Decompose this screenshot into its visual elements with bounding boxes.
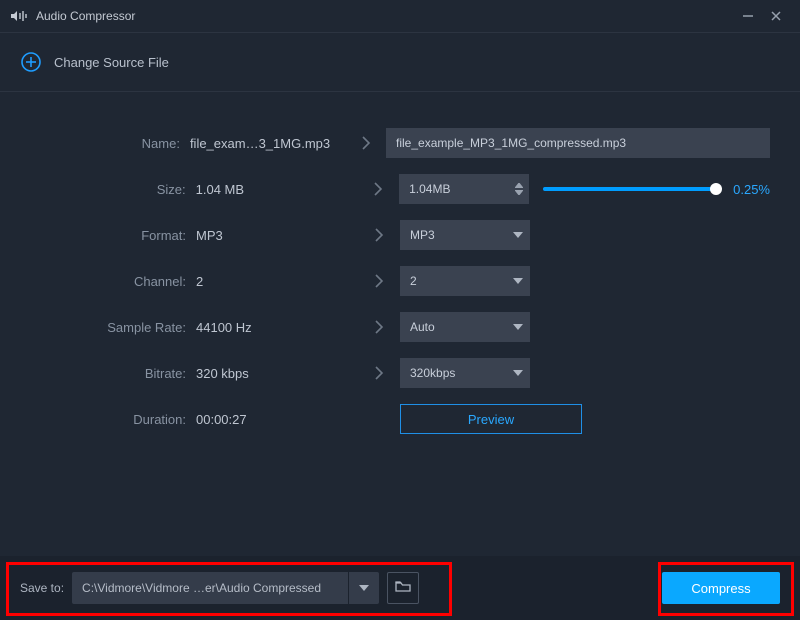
row-channel: Channel: 2 2 <box>30 258 770 304</box>
change-source-label: Change Source File <box>54 55 169 70</box>
source-duration: 00:00:27 <box>186 412 358 427</box>
arrow-icon <box>357 181 399 197</box>
row-size: Size: 1.04 MB 1.04MB 0.25% <box>30 166 770 212</box>
save-path-box: C:\Vidmore\Vidmore …er\Audio Compressed <box>72 572 379 604</box>
slider-thumb[interactable] <box>710 183 722 195</box>
save-to-label: Save to: <box>20 581 64 595</box>
label-sample-rate: Sample Rate: <box>30 320 186 335</box>
source-bitrate: 320 kbps <box>186 366 358 381</box>
output-size-value: 1.04MB <box>399 182 509 196</box>
row-sample-rate: Sample Rate: 44100 Hz Auto <box>30 304 770 350</box>
label-name: Name: <box>30 136 180 151</box>
folder-icon <box>395 579 411 597</box>
bottom-bar: Save to: C:\Vidmore\Vidmore …er\Audio Co… <box>0 556 800 620</box>
settings-form: Name: file_exam…3_1MG.mp3 Size: 1.04 MB … <box>0 92 800 442</box>
spinner-arrows-icon[interactable] <box>509 183 529 195</box>
save-path-dropdown[interactable] <box>349 585 379 591</box>
title-bar: Audio Compressor <box>0 0 800 32</box>
arrow-icon <box>346 135 386 151</box>
source-name: file_exam…3_1MG.mp3 <box>180 136 346 151</box>
label-size: Size: <box>30 182 186 197</box>
row-name: Name: file_exam…3_1MG.mp3 <box>30 120 770 166</box>
output-sample-rate-select[interactable]: Auto <box>400 312 530 342</box>
row-duration: Duration: 00:00:27 Preview <box>30 396 770 442</box>
output-size-spinner[interactable]: 1.04MB <box>399 174 529 204</box>
label-bitrate: Bitrate: <box>30 366 186 381</box>
chevron-down-icon <box>506 232 530 238</box>
arrow-icon <box>358 227 400 243</box>
label-duration: Duration: <box>30 412 186 427</box>
open-folder-button[interactable] <box>387 572 419 604</box>
output-bitrate-select[interactable]: 320kbps <box>400 358 530 388</box>
size-slider[interactable] <box>543 187 719 191</box>
select-value: 2 <box>400 274 506 288</box>
size-slider-label: 0.25% <box>733 182 770 197</box>
select-value: 320kbps <box>400 366 506 380</box>
source-sample-rate: 44100 Hz <box>186 320 358 335</box>
output-name-input[interactable] <box>386 128 770 158</box>
change-source-row[interactable]: Change Source File <box>0 33 800 91</box>
label-format: Format: <box>30 228 186 243</box>
arrow-icon <box>358 319 400 335</box>
app-icon <box>10 9 28 23</box>
minimize-button[interactable] <box>734 2 762 30</box>
window-title: Audio Compressor <box>36 9 135 23</box>
arrow-icon <box>358 365 400 381</box>
label-channel: Channel: <box>30 274 186 289</box>
row-format: Format: MP3 MP3 <box>30 212 770 258</box>
plus-circle-icon <box>20 51 42 73</box>
chevron-down-icon <box>506 324 530 330</box>
source-channel: 2 <box>186 274 358 289</box>
select-value: MP3 <box>400 228 506 242</box>
output-channel-select[interactable]: 2 <box>400 266 530 296</box>
compress-button[interactable]: Compress <box>662 572 780 604</box>
chevron-down-icon <box>506 278 530 284</box>
select-value: Auto <box>400 320 506 334</box>
chevron-down-icon <box>506 370 530 376</box>
output-format-select[interactable]: MP3 <box>400 220 530 250</box>
close-button[interactable] <box>762 2 790 30</box>
row-bitrate: Bitrate: 320 kbps 320kbps <box>30 350 770 396</box>
arrow-icon <box>358 273 400 289</box>
source-size: 1.04 MB <box>186 182 358 197</box>
save-path-text: C:\Vidmore\Vidmore …er\Audio Compressed <box>72 581 348 595</box>
source-format: MP3 <box>186 228 358 243</box>
preview-button[interactable]: Preview <box>400 404 582 434</box>
